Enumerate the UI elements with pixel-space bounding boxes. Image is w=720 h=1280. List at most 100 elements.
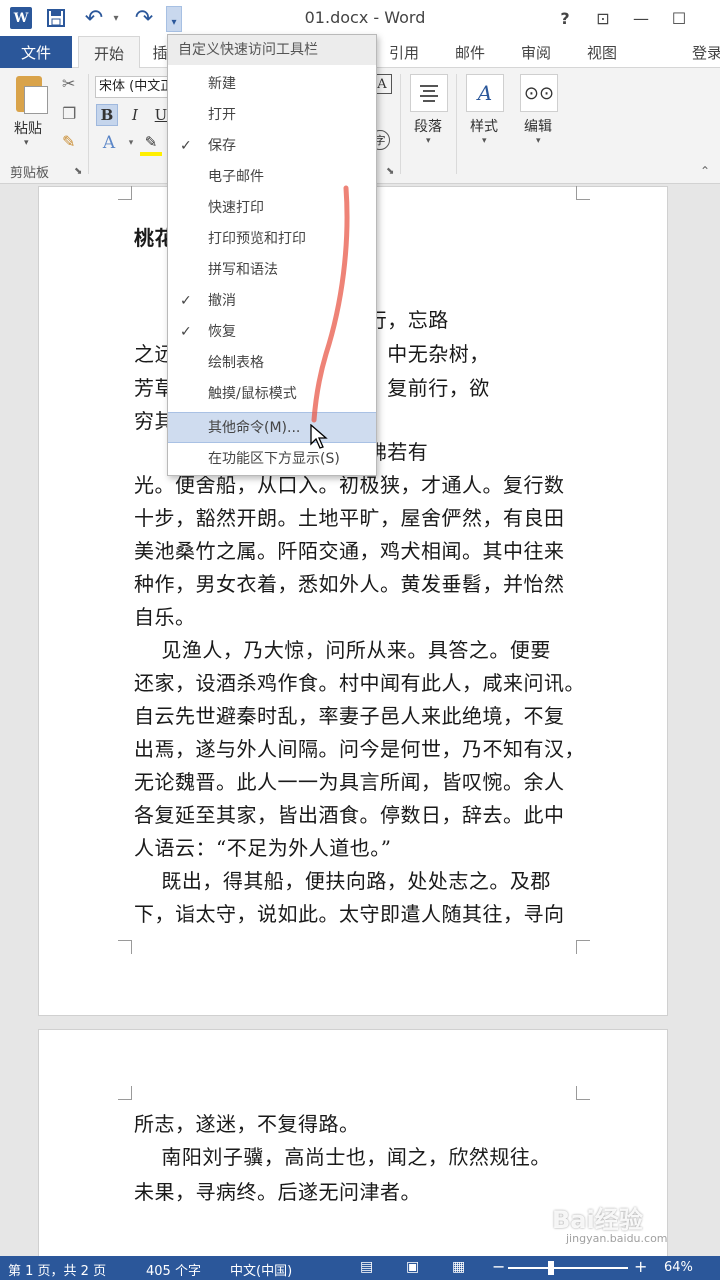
qat-menu-item-label: 拼写和语法 — [208, 262, 278, 278]
styles-icon[interactable]: A — [466, 74, 504, 112]
editing-button-label[interactable]: 编辑 — [524, 116, 552, 136]
tab-review[interactable]: 审阅 — [514, 36, 558, 68]
find-binoculars-icon[interactable]: ⊙⊙ — [520, 74, 558, 112]
paste-icon[interactable] — [10, 76, 50, 114]
maximize-button[interactable]: ☐ — [664, 6, 694, 30]
qat-menu-item-open[interactable]: 打开 — [168, 100, 376, 131]
doc-line: 出焉，遂与外人间隔。问今是何世，乃不知有汉， — [134, 737, 585, 761]
qat-menu-item-save[interactable]: ✓ 保存 — [168, 131, 376, 162]
baidu-watermark: Bai经验 — [552, 1206, 643, 1234]
qat-menu-item-label: 在功能区下方显示(S) — [208, 451, 340, 467]
web-layout-icon[interactable]: ▦ — [452, 1259, 465, 1275]
bold-button[interactable]: B — [96, 104, 118, 126]
doc-line: 各复延至其家，皆出酒食。停数日，辞去。此中 — [134, 803, 565, 827]
read-mode-icon[interactable]: ▤ — [360, 1259, 373, 1275]
qat-menu-item-label: 快速打印 — [208, 200, 264, 216]
paragraph-icon[interactable] — [410, 74, 448, 112]
mouse-cursor-icon — [310, 424, 328, 449]
qat-menu-item-label: 打开 — [208, 107, 236, 123]
doc-line: 美池桑竹之属。阡陌交通，鸡犬相闻。其中往来 — [134, 539, 565, 563]
tab-file[interactable]: 文件 — [0, 36, 72, 68]
doc-line: 自云先世避秦时乱，率妻子邑人来此绝境，不复 — [134, 704, 565, 728]
paste-dropdown-icon[interactable]: ▾ — [24, 138, 29, 148]
doc-line: 南阳刘子骥，高尚士也，闻之，欣然规往。 — [134, 1145, 551, 1169]
clipboard-launcher-icon[interactable]: ⬊ — [74, 166, 82, 177]
doc-line: 见渔人，乃大惊，问所从来。具答之。便要 — [134, 638, 551, 662]
tab-view[interactable]: 视图 — [580, 36, 624, 68]
paragraph-dropdown-icon[interactable]: ▾ — [426, 136, 431, 146]
print-layout-icon[interactable]: ▣ — [406, 1259, 419, 1275]
doc-line: 人语云：“不足为外人道也。” — [134, 836, 392, 860]
doc-line: 自乐。 — [134, 605, 196, 629]
crop-mark — [118, 940, 132, 954]
qat-menu-item-new[interactable]: 新建 — [168, 69, 376, 100]
copy-icon[interactable]: ❐ — [62, 104, 76, 123]
sign-in-link[interactable]: 登录 — [692, 36, 720, 68]
cut-icon[interactable]: ✂ — [62, 74, 75, 93]
check-icon: ✓ — [180, 138, 192, 154]
format-painter-icon[interactable]: ✎ — [62, 132, 75, 151]
baidu-watermark-url: jingyan.baidu.com — [566, 1232, 668, 1245]
doc-line: 种作，男女衣着，悉如外人。黄发垂髫，并怡然 — [134, 572, 565, 596]
crop-mark — [118, 1086, 132, 1100]
redo-icon[interactable]: ↷ — [132, 6, 156, 31]
zoom-out-button[interactable]: − — [492, 1257, 505, 1276]
qat-menu-item-label: 恢复 — [208, 324, 236, 340]
title-bar: W ↶ ▾ ↷ ▾ 01.docx - Word ? ⊡ — ☐ — [0, 0, 720, 36]
clipboard-group-label: 剪贴板 — [10, 166, 50, 181]
font-launcher-icon[interactable]: ⬊ — [386, 166, 394, 177]
word-count-status[interactable]: 405 个字 — [146, 1260, 201, 1279]
doc-line: 所志，遂迷，不复得路。 — [134, 1112, 360, 1136]
page-count-status[interactable]: 第 1 页，共 2 页 — [8, 1260, 106, 1279]
tab-home[interactable]: 开始 — [78, 36, 140, 69]
zoom-in-button[interactable]: + — [634, 1257, 647, 1276]
qat-menu-item-label: 新建 — [208, 76, 236, 92]
text-effects-icon[interactable]: A — [98, 132, 120, 154]
annotation-pen-stroke — [311, 185, 350, 423]
status-bar: 第 1 页，共 2 页 405 个字 中文(中国) ▤ ▣ ▦ − + 64% — [0, 1256, 720, 1280]
doc-line: 还家，设酒杀鸡作食。村中闻有此人，咸来问讯。 — [134, 671, 585, 695]
customize-qat-dropdown-button[interactable]: ▾ — [166, 6, 182, 32]
paragraph-button-label[interactable]: 段落 — [414, 116, 442, 136]
tab-mailings[interactable]: 邮件 — [448, 36, 492, 68]
save-icon[interactable] — [44, 6, 68, 30]
collapse-ribbon-icon[interactable]: ⌃ — [700, 164, 710, 178]
minimize-button[interactable]: — — [626, 6, 656, 30]
doc-line: 既出，得其船，便扶向路，处处志之。及郡 — [134, 869, 551, 893]
help-button[interactable]: ? — [550, 6, 580, 30]
zoom-slider-track[interactable] — [508, 1267, 628, 1269]
editing-dropdown-icon[interactable]: ▾ — [536, 136, 541, 146]
qat-menu-item-label: 撤消 — [208, 293, 236, 309]
ribbon-display-options-button[interactable]: ⊡ — [588, 6, 618, 30]
doc-line: 未果，寻病终。后遂无问津者。 — [134, 1180, 421, 1204]
styles-button-label[interactable]: 样式 — [470, 116, 498, 136]
window-title: 01.docx - Word — [304, 8, 426, 27]
doc-line: 无论魏晋。此人一一为具言所闻，皆叹惋。余人 — [134, 770, 565, 794]
crop-mark — [576, 940, 590, 954]
undo-icon[interactable]: ↶ — [82, 6, 106, 31]
word-app-icon[interactable]: W — [10, 7, 32, 29]
qat-menu-item-label: 打印预览和打印 — [208, 231, 306, 247]
tab-references[interactable]: 引用 — [382, 36, 426, 68]
crop-mark — [576, 1086, 590, 1100]
styles-dropdown-icon[interactable]: ▾ — [482, 136, 487, 146]
doc-line: 十步，豁然开朗。土地平旷，屋舍俨然，有良田 — [134, 506, 565, 530]
qat-menu-item-label: 电子邮件 — [208, 169, 264, 185]
paste-button-label[interactable]: 粘贴 — [14, 118, 42, 138]
doc-line: 下，诣太守，说如此。太守即遣人随其往，寻向 — [134, 902, 565, 926]
crop-mark — [576, 186, 590, 200]
highlight-color-icon[interactable]: ✎ — [140, 132, 162, 156]
qat-menu-item-label: 保存 — [208, 138, 236, 154]
zoom-slider-handle[interactable] — [548, 1261, 554, 1275]
language-status[interactable]: 中文(中国) — [230, 1260, 292, 1279]
qat-menu-item-show-below-ribbon[interactable]: 在功能区下方显示(S) — [168, 444, 376, 475]
italic-button[interactable]: I — [124, 104, 146, 126]
text-effects-dropdown-icon[interactable]: ▾ — [120, 132, 142, 154]
zoom-level[interactable]: 64% — [664, 1260, 693, 1275]
font-name-combobox[interactable]: 宋体 (中文正文) — [95, 76, 169, 98]
undo-dropdown-icon[interactable]: ▾ — [104, 6, 128, 30]
qat-menu-item-label: 触摸/鼠标模式 — [208, 386, 297, 402]
check-icon: ✓ — [180, 293, 192, 309]
check-icon: ✓ — [180, 324, 192, 340]
crop-mark — [118, 186, 132, 200]
